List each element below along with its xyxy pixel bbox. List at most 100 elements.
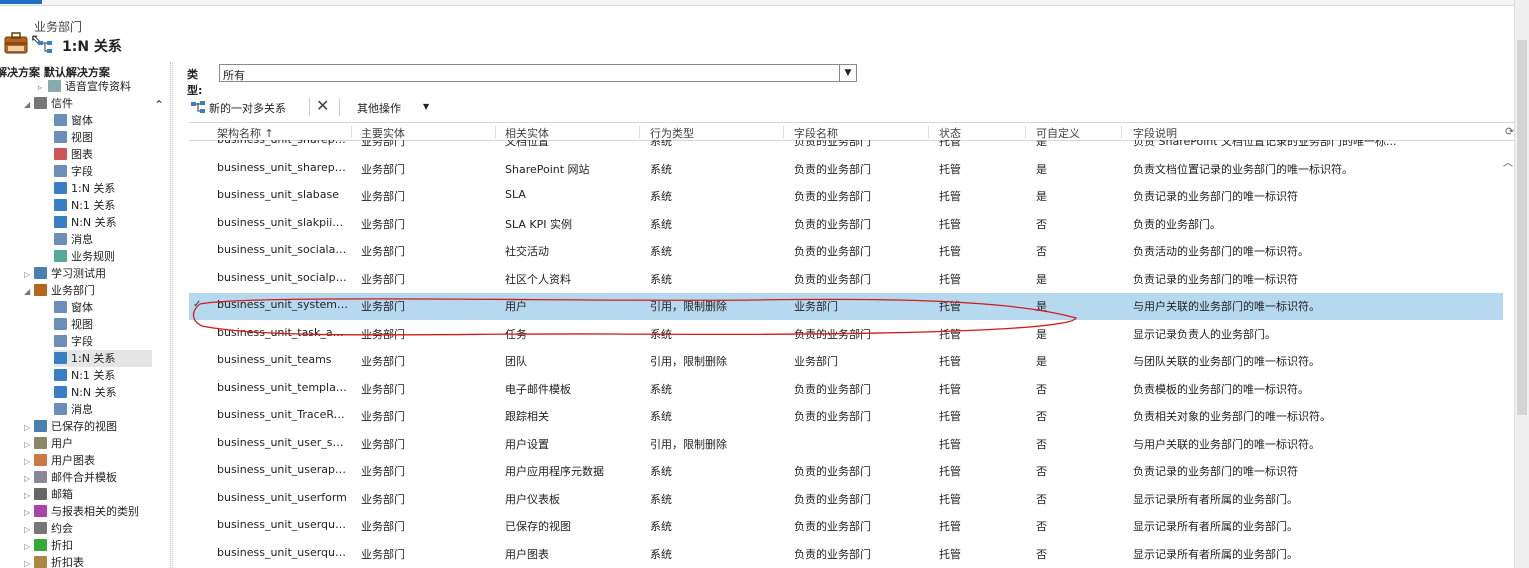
sidebar-item-label: 字段 <box>71 165 93 178</box>
sidebar-item[interactable]: 字段 <box>54 163 93 180</box>
sidebar-item[interactable]: 窗体 <box>54 112 93 129</box>
caret-down-icon[interactable]: ▼ <box>423 102 429 111</box>
sidebar-item[interactable]: 视图 <box>54 316 93 333</box>
table-row[interactable]: ✓ business_unit_system_... 业务部门 用户 引用，限制删除 业务… <box>189 293 1503 320</box>
sidebar-item[interactable]: 1:N 关系 <box>54 180 115 197</box>
scrollbar-thumb[interactable] <box>1517 40 1527 415</box>
sidebar-item[interactable]: ◢ 信件 <box>24 95 73 112</box>
column-header[interactable]: 状态 <box>939 125 961 141</box>
column-header[interactable]: 可自定义 <box>1036 125 1080 141</box>
table-row[interactable]: business_unit_userform 业务部门 用户仪表板 系统 负责的业务部门… <box>189 486 1503 513</box>
sidebar-item[interactable]: N:1 关系 <box>54 197 115 214</box>
chevron-up-icon[interactable]: ︿ <box>1503 154 1513 169</box>
rule-icon <box>54 250 67 262</box>
refresh-icon[interactable]: ⟳ <box>1505 125 1514 138</box>
collapsed-arrow-icon[interactable]: ▹ <box>38 79 48 96</box>
collapsed-arrow-icon[interactable]: ▷ <box>24 555 34 568</box>
sidebar-item[interactable]: ▷ 邮箱 <box>24 486 73 503</box>
column-header[interactable]: 相关实体 <box>505 125 549 141</box>
collapsed-arrow-icon[interactable]: ▷ <box>24 419 34 436</box>
sidebar-item[interactable]: 业务规则 <box>54 248 115 265</box>
table-row[interactable]: business_unit_templat... 业务部门 电子邮件模板 系统 负责的业… <box>189 376 1503 403</box>
grid-scrollbar[interactable]: ︿ <box>1501 144 1515 568</box>
cell-custom: 否 <box>1036 465 1047 478</box>
collapsed-arrow-icon[interactable]: ▷ <box>24 504 34 521</box>
column-header[interactable]: 架构名称 ↑ <box>217 125 274 141</box>
cell-custom: 否 <box>1036 410 1047 423</box>
sidebar-item[interactable]: 消息 <box>54 401 93 418</box>
sidebar-item[interactable]: ▷ 约会 <box>24 520 73 537</box>
table-row[interactable]: business_unit_TraceRe... 业务部门 跟踪相关 系统 负责的业务部… <box>189 403 1503 430</box>
cell-primary: 业务部门 <box>361 140 405 148</box>
sidebar-item[interactable]: 视图 <box>54 129 93 146</box>
table-row[interactable]: business_unit_user_set... 业务部门 用户设置 引用，限制删除… <box>189 431 1503 458</box>
sidebar-item[interactable]: ▷ 学习测试用 <box>24 265 106 282</box>
sidebar-item[interactable]: N:1 关系 <box>54 367 115 384</box>
column-header[interactable]: 主要实体 <box>361 125 405 141</box>
collapsed-arrow-icon[interactable]: ▷ <box>24 521 34 538</box>
column-header[interactable]: 字段说明 <box>1133 125 1177 141</box>
new-relation-button[interactable]: 新的一对多关系 <box>209 100 286 116</box>
cell-desc: 与用户关联的业务部门的唯一标识符。 <box>1133 437 1320 451</box>
appointment-icon <box>34 522 47 534</box>
cell-field: 负责的业务部门 <box>794 162 871 176</box>
cell-schema: business_unit_slabase <box>217 188 340 201</box>
expanded-arrow-icon[interactable]: ◢ <box>24 96 34 113</box>
cell-schema: business_unit_user_set... <box>217 435 349 449</box>
sidebar-item-label: N:N 关系 <box>71 386 117 399</box>
sidebar-item[interactable]: N:N 关系 <box>54 214 117 231</box>
cell-state: 托管 <box>939 272 961 286</box>
collapsed-arrow-icon[interactable]: ▷ <box>24 266 34 283</box>
chevron-down-icon[interactable]: ▼ <box>839 65 856 81</box>
column-header[interactable]: 行为类型 <box>650 125 694 141</box>
sidebar-item[interactable]: ▷ 折扣表 <box>24 554 84 568</box>
expanded-arrow-icon[interactable]: ◢ <box>24 283 34 300</box>
cell-schema: business_unit_userque... <box>217 545 349 559</box>
table-row[interactable]: business_unit_sharepo... 业务部门 文档位置 系统 负责的业务部… <box>189 140 1503 155</box>
table-row[interactable]: business_unit_slabase 业务部门 SLA 系统 负责的业务部门 托管 是… <box>189 183 1503 210</box>
cell-related: 已保存的视图 <box>505 520 571 533</box>
window-scrollbar[interactable] <box>1514 0 1529 568</box>
table-row[interactable]: business_unit_socialac... 业务部门 社交活动 系统 负责的业务… <box>189 238 1503 265</box>
sidebar-splitter[interactable] <box>170 62 172 568</box>
sidebar-item[interactable]: ▷ 与报表相关的类别 <box>24 503 139 520</box>
cell-related: SLA KPI 实例 <box>505 217 572 231</box>
sidebar-item[interactable]: 消息 <box>54 231 93 248</box>
collapsed-arrow-icon[interactable]: ▷ <box>24 453 34 470</box>
delete-icon[interactable]: ✕ <box>316 96 329 115</box>
collapsed-arrow-icon[interactable]: ▷ <box>24 538 34 555</box>
briefcase-icon <box>4 32 28 54</box>
table-row[interactable]: business_unit_socialpr... 业务部门 社区个人资料 系统 负责的… <box>189 266 1503 293</box>
column-header[interactable]: 字段名称 <box>794 125 838 141</box>
table-row[interactable]: business_unit_sharepo... 业务部门 SharePoint 网… <box>189 156 1503 183</box>
collapsed-arrow-icon[interactable]: ▷ <box>24 436 34 453</box>
sidebar-item[interactable]: 1:N 关系 <box>54 350 152 367</box>
table-row[interactable]: business_unit_slakpiin... 业务部门 SLA KPI 实例 系… <box>189 211 1503 238</box>
type-select[interactable]: 所有 ▼ <box>219 64 857 82</box>
cell-field: 负责的业务部门 <box>794 327 871 341</box>
main-panel: 类型: 所有 ▼ 新的一对多关系 ✕ 其他操作 ▼ 架构名称 ↑ 主要实体 相关… <box>175 58 1529 568</box>
sidebar-item[interactable]: ▷ 邮件合并模板 <box>24 469 117 486</box>
sidebar-item[interactable]: ▷ 折扣 <box>24 537 73 554</box>
sidebar-item[interactable]: ▹ 语音宣传资料 <box>38 78 131 95</box>
sidebar-item[interactable]: ◢ 业务部门 <box>24 282 95 299</box>
more-actions-button[interactable]: 其他操作 <box>357 100 401 116</box>
row-check-icon[interactable]: ✓ <box>193 299 201 310</box>
collapsed-arrow-icon[interactable]: ▷ <box>24 470 34 487</box>
table-row[interactable]: business_unit_task_act... 业务部门 任务 系统 负责的业务部门… <box>189 321 1503 348</box>
table-row[interactable]: business_unit_teams 业务部门 团队 引用，限制删除 业务部门 托管 是 与… <box>189 348 1503 375</box>
table-row[interactable]: business_unit_userque... 业务部门 用户图表 系统 负责的业务部… <box>189 541 1503 568</box>
sidebar-item[interactable]: 字段 <box>54 333 93 350</box>
sidebar-item[interactable]: 窗体 <box>54 299 93 316</box>
cell-behavior: 系统 <box>650 410 672 423</box>
table-row[interactable]: business_unit_userapp... 业务部门 用户应用程序元数据 系统 负… <box>189 458 1503 485</box>
sidebar-item[interactable]: ▷ 用户 <box>24 435 73 452</box>
table-row[interactable]: business_unit_userque... 业务部门 已保存的视图 系统 负责的业… <box>189 513 1503 540</box>
sidebar-item[interactable]: ▷ 用户图表 <box>24 452 95 469</box>
collapsed-arrow-icon[interactable]: ▷ <box>24 487 34 504</box>
cell-primary: 业务部门 <box>361 327 405 341</box>
sidebar-item[interactable]: N:N 关系 <box>54 384 117 401</box>
chevron-up-icon[interactable]: ⌃ <box>154 98 164 112</box>
sidebar-item[interactable]: ▷ 已保存的视图 <box>24 418 117 435</box>
sidebar-item[interactable]: 图表 <box>54 146 93 163</box>
